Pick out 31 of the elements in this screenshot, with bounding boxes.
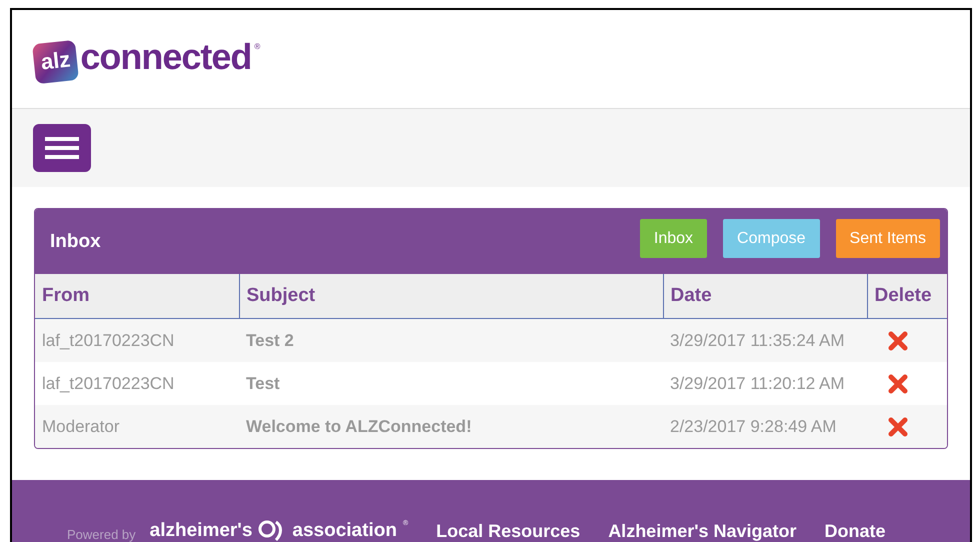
subject-link[interactable]: Welcome to ALZConnected! (239, 405, 663, 448)
subject-link[interactable]: Test 2 (239, 318, 663, 362)
brand-name: alzheimer's (150, 520, 252, 542)
date-cell: 3/29/2017 11:35:24 AM (663, 318, 867, 362)
subject-link[interactable]: Test (239, 362, 663, 405)
column-header: From (35, 274, 239, 318)
column-header: Delete (867, 274, 947, 318)
sender-cell: Moderator (35, 405, 239, 448)
inbox-button[interactable]: Inbox (640, 219, 708, 258)
sender-cell: laf_t20170223CN (35, 318, 239, 362)
footer-link[interactable]: Donate (824, 521, 886, 542)
logo-badge: alz (32, 40, 80, 84)
compose-button[interactable]: Compose (723, 219, 820, 258)
powered-by-text: Powered by (67, 527, 136, 542)
menu-button[interactable] (33, 124, 91, 172)
registered-mark: ® (254, 42, 260, 51)
menu-icon (45, 137, 79, 159)
sender-cell: laf_t20170223CN (35, 362, 239, 405)
sent-button[interactable]: Sent Items (836, 219, 940, 258)
column-header: Subject (239, 274, 663, 318)
panel-title: Inbox (50, 230, 101, 252)
column-header: Date (663, 274, 867, 318)
brand-name: association (292, 520, 397, 542)
delete-icon[interactable] (887, 330, 909, 352)
date-cell: 2/23/2017 9:28:49 AM (663, 405, 867, 448)
date-cell: 3/29/2017 11:20:12 AM (663, 362, 867, 405)
footer-link[interactable]: Alzheimer's Navigator (608, 521, 797, 542)
logo-wordmark: connected (80, 36, 252, 78)
footer-link[interactable]: Local Resources (436, 521, 580, 542)
delete-icon[interactable] (887, 372, 909, 394)
delete-icon[interactable] (887, 416, 909, 438)
